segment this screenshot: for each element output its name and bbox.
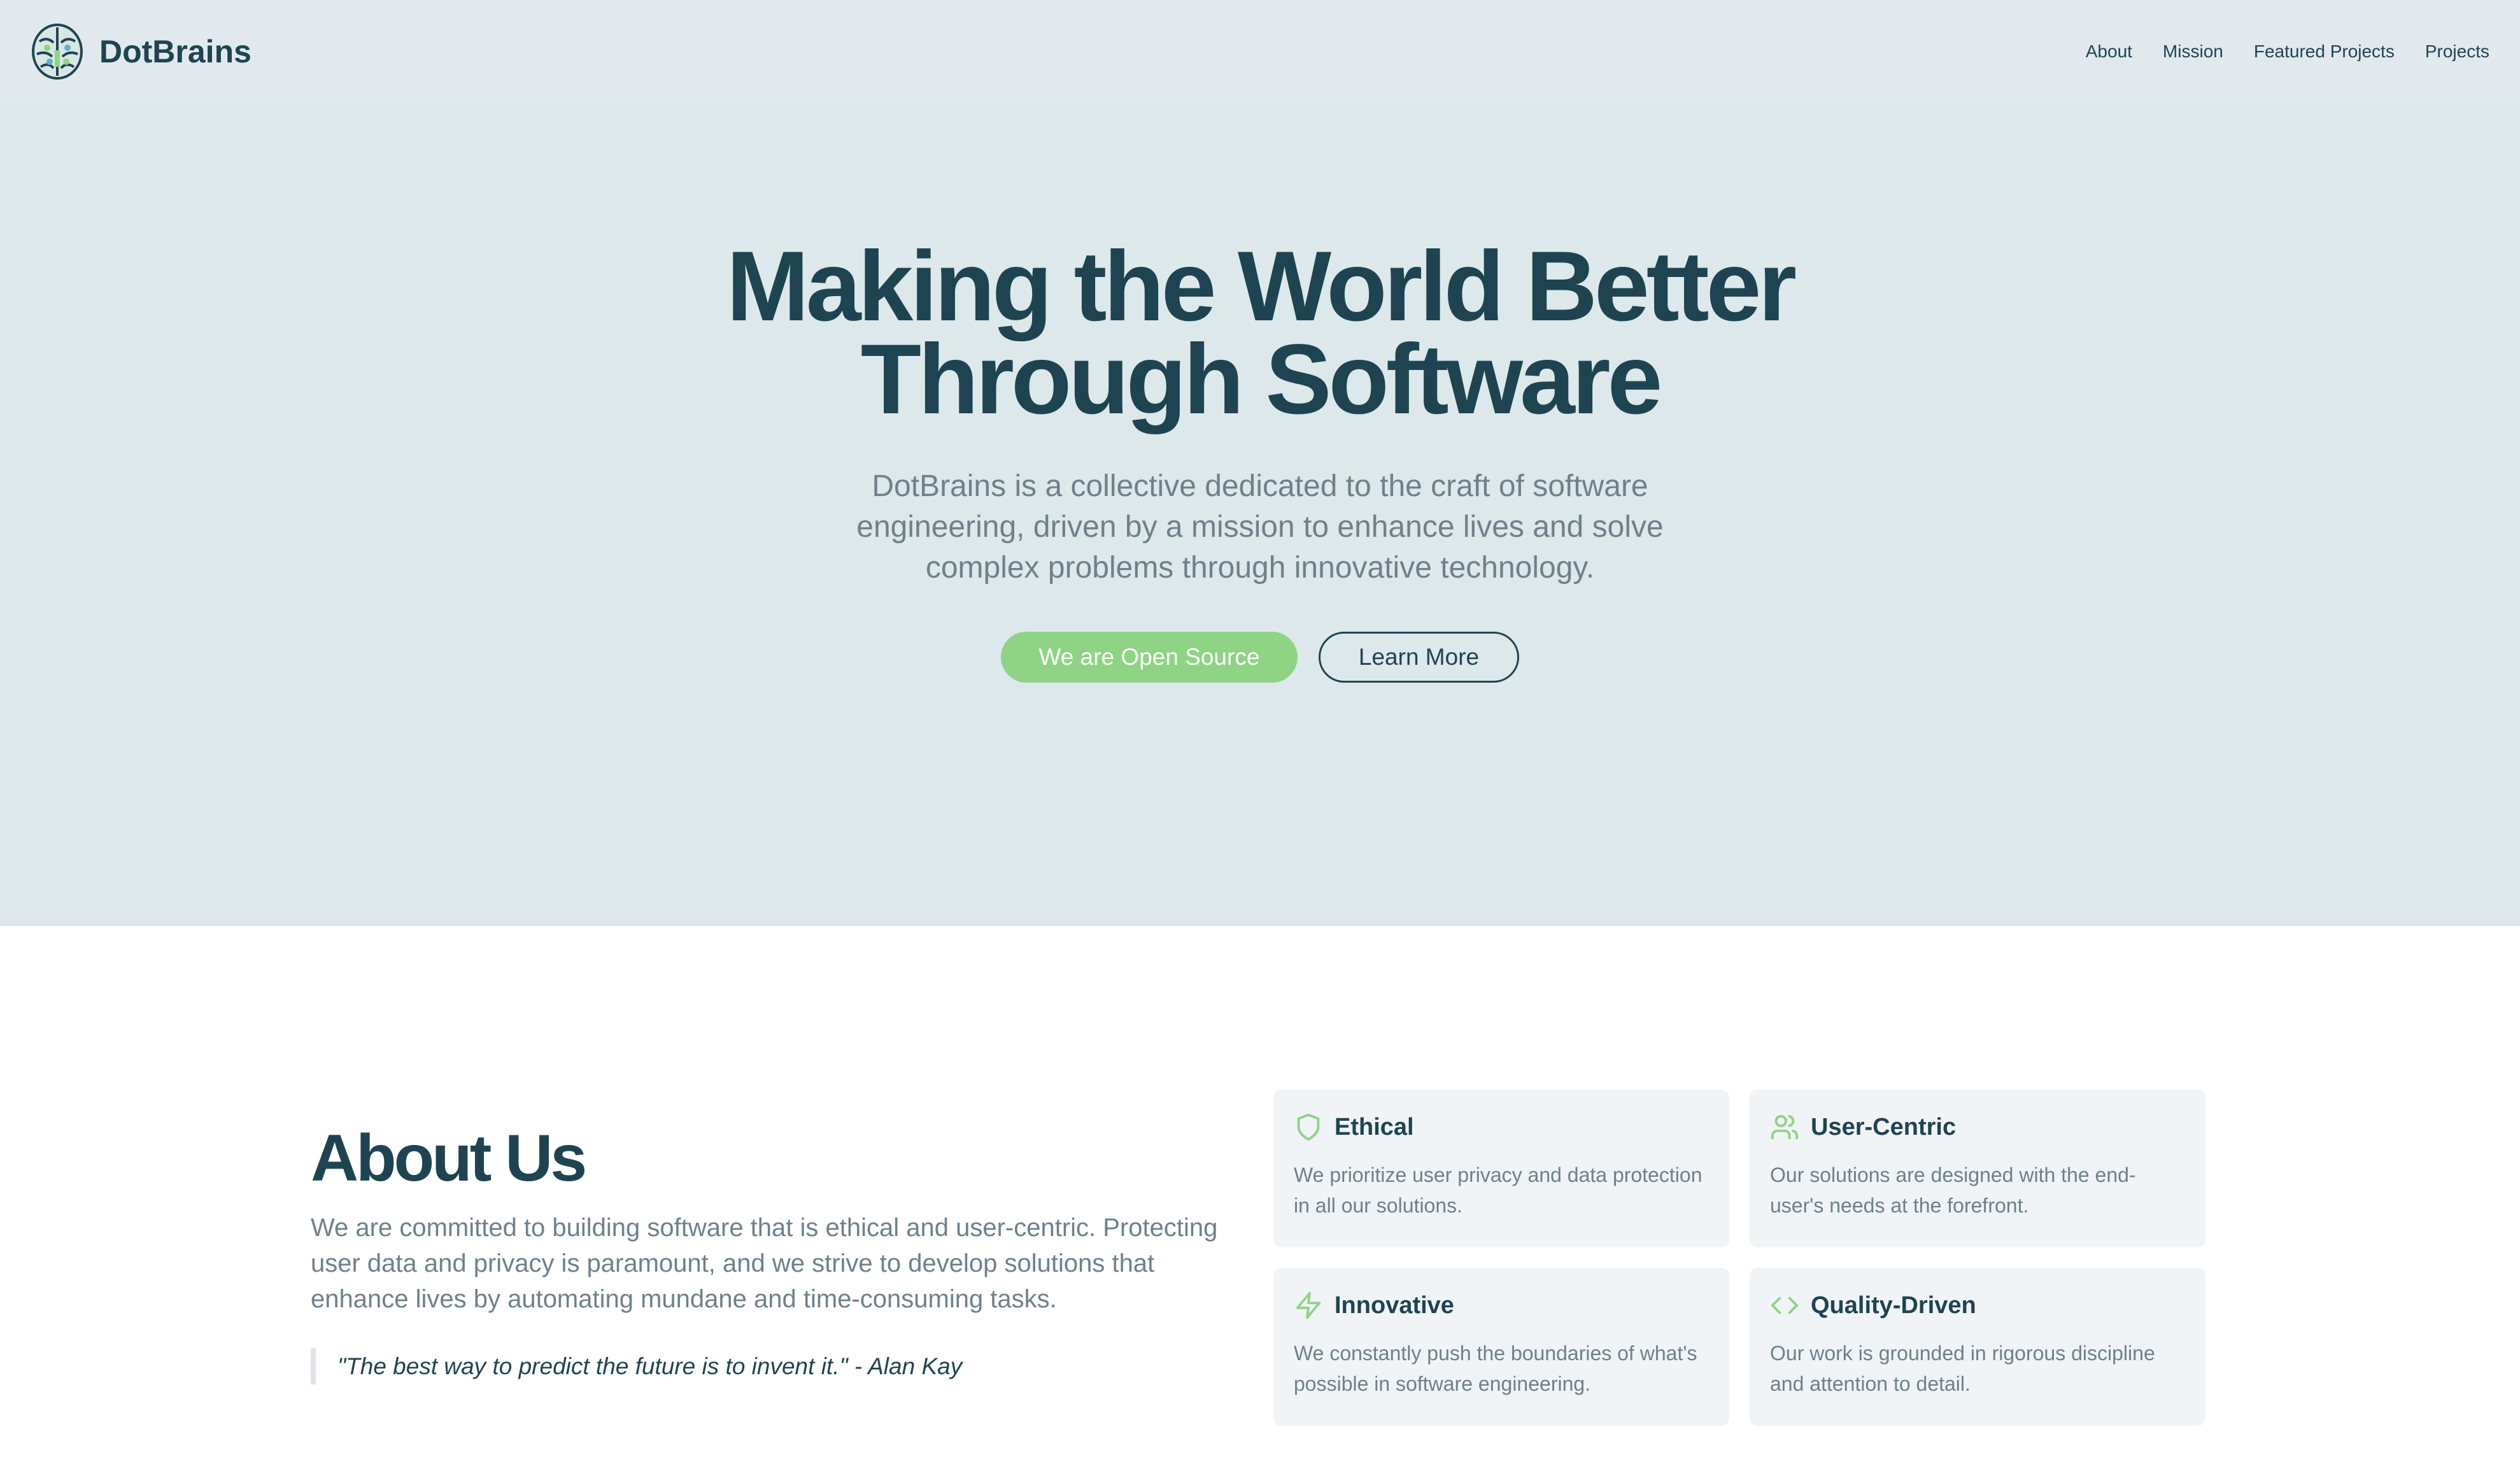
hero-section: Making the World Better Through Software… (0, 103, 2520, 926)
nav-projects[interactable]: Projects (2425, 41, 2489, 62)
open-source-button[interactable]: We are Open Source (1001, 632, 1298, 683)
users-icon (1771, 1114, 1799, 1140)
hero-buttons: We are Open Source Learn More (0, 632, 2520, 683)
hero-subtitle: DotBrains is a collective dedicated to t… (856, 469, 1664, 585)
hero-title: Making the World Better Through Software (0, 231, 2520, 435)
card-innovative: Innovative We constantly push the bounda… (1273, 1268, 1729, 1426)
code-icon (1771, 1297, 1799, 1314)
card-title: User-Centric (1811, 1113, 1957, 1141)
nav-featured-projects[interactable]: Featured Projects (2254, 41, 2395, 62)
card-header: User-Centric (1770, 1112, 2185, 1142)
shield-icon (1297, 1113, 1320, 1141)
card-header: Quality-Driven (1770, 1291, 2185, 1320)
card-description: Our work is grounded in rigorous discipl… (1770, 1342, 2155, 1395)
card-user-centric: User-Centric Our solutions are designed … (1750, 1090, 2205, 1247)
about-quote: "The best way to predict the future is t… (311, 1348, 1240, 1384)
card-header: Ethical (1294, 1112, 1709, 1142)
nav-mission[interactable]: Mission (2163, 41, 2223, 62)
card-title: Ethical (1334, 1113, 1414, 1141)
card-title: Innovative (1334, 1291, 1454, 1319)
hero-title-line-1: Making the World Better (726, 231, 1797, 342)
card-description: We prioritize user privacy and data prot… (1294, 1163, 1702, 1217)
card-ethical: Ethical We prioritize user privacy and d… (1273, 1090, 1729, 1247)
about-text: We are committed to building software th… (311, 1214, 1218, 1313)
brain-icon (32, 24, 83, 80)
card-title: Quality-Driven (1811, 1291, 1976, 1319)
card-description: We constantly push the boundaries of wha… (1294, 1342, 1697, 1395)
site-header: DotBrains About Mission Featured Project… (0, 0, 2520, 103)
brand-name: DotBrains (99, 34, 251, 69)
nav-about[interactable]: About (2086, 41, 2132, 62)
card-description: Our solutions are designed with the end-… (1770, 1163, 2136, 1217)
hero-title-line-2: Through Software (860, 324, 1663, 435)
brand[interactable]: DotBrains (31, 22, 251, 81)
lightning-icon (1296, 1291, 1321, 1319)
about-title: About Us (311, 1121, 587, 1195)
main-nav: About Mission Featured Projects Projects (2086, 41, 2489, 62)
learn-more-button[interactable]: Learn More (1319, 632, 1519, 683)
card-quality-driven: Quality-Driven Our work is grounded in r… (1750, 1268, 2205, 1426)
card-header: Innovative (1294, 1291, 1709, 1320)
